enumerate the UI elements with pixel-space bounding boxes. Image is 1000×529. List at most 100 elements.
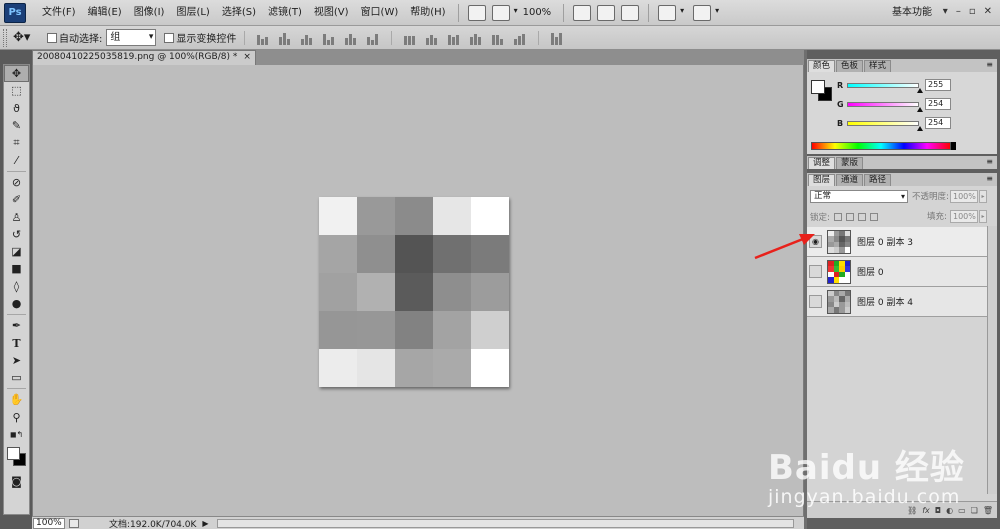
app-logo[interactable]: Ps (4, 2, 26, 23)
panel-menu-icon[interactable]: ≡ (986, 60, 993, 69)
channel-value-field[interactable]: 255 (925, 79, 951, 91)
align-bottom-icon[interactable] (297, 31, 315, 45)
new-layer-icon[interactable]: ❏ (971, 506, 978, 515)
menu-file[interactable]: 文件(F) (36, 0, 82, 26)
zoom-tool-icon[interactable]: ⚲ (4, 409, 29, 426)
lock-position-icon[interactable] (857, 213, 866, 221)
tab-swatches[interactable]: 色板 (836, 60, 864, 72)
layer-name[interactable]: 图层 0 副本 4 (857, 295, 913, 308)
distribute-bottom-icon[interactable] (444, 31, 462, 45)
fill-field[interactable]: 100% (950, 210, 978, 223)
add-mask-icon[interactable]: ◘ (935, 506, 941, 515)
tab-adjustments[interactable]: 调整 (808, 157, 836, 169)
menu-image[interactable]: 图像(I) (128, 0, 171, 26)
new-group-icon[interactable]: ▭ (958, 506, 966, 515)
move-tool-preset-icon[interactable]: ✥▾ (13, 29, 39, 47)
lock-pixels-icon[interactable] (845, 213, 854, 221)
auto-select-checkbox[interactable] (47, 32, 57, 43)
tab-masks[interactable]: 蒙版 (836, 157, 864, 169)
menu-select[interactable]: 选择(S) (216, 0, 262, 26)
eye-icon[interactable]: ◉ (809, 235, 822, 248)
tab-paths[interactable]: 路径 (864, 174, 892, 186)
workspace-dropdown-icon[interactable]: ▾ (943, 6, 948, 17)
layer-row[interactable]: 图层 0 副本 4 (807, 287, 987, 317)
crop-tool-icon[interactable]: ⌗ (4, 134, 29, 151)
slider-thumb[interactable] (916, 106, 923, 112)
zoom-level[interactable]: 100% (523, 7, 552, 18)
adjustment-layer-icon[interactable]: ◐ (946, 506, 953, 515)
eye-icon[interactable] (809, 295, 822, 308)
layer-row[interactable]: 图层 0 (807, 257, 987, 287)
tab-styles[interactable]: 样式 (864, 60, 892, 72)
distribute-top-icon[interactable] (400, 31, 418, 45)
menu-view[interactable]: 视图(V) (308, 0, 355, 26)
align-vcenter-icon[interactable] (275, 31, 293, 45)
shape-tool-icon[interactable]: ▭ (4, 369, 29, 386)
marquee-tool-icon[interactable]: ⬚ (4, 82, 29, 99)
tab-color[interactable]: 颜色 (808, 60, 836, 72)
color-panel-foreground[interactable] (811, 80, 825, 94)
lock-all-icon[interactable] (869, 213, 878, 221)
link-layers-icon[interactable]: ⛓ (907, 506, 917, 515)
close-icon[interactable]: × (243, 52, 251, 62)
opacity-field[interactable]: 100% (950, 190, 978, 203)
lock-transparency-icon[interactable] (833, 213, 842, 221)
canvas-area[interactable] (32, 65, 804, 516)
hand-tool-icon[interactable] (573, 4, 592, 21)
document-tab[interactable]: 20080410225035819.png @ 100%(RGB/8) * × (32, 50, 256, 65)
channel-slider[interactable] (847, 82, 923, 93)
close-button[interactable]: ✕ (984, 6, 992, 17)
gradient-tool-icon[interactable]: ■ (4, 260, 29, 277)
align-top-icon[interactable] (253, 31, 271, 45)
screen-mode-icon[interactable] (693, 4, 719, 21)
eye-icon[interactable] (809, 265, 822, 278)
arrange-documents-icon[interactable] (658, 4, 684, 21)
view-extras-icon[interactable] (491, 4, 518, 21)
zoom-tool-icon[interactable] (597, 4, 616, 21)
tab-channels[interactable]: 通道 (836, 174, 864, 186)
distribute-right-icon[interactable] (510, 31, 528, 45)
history-brush-tool-icon[interactable]: ↺ (4, 226, 29, 243)
panel-menu-icon[interactable]: ≡ (986, 174, 993, 183)
layer-row[interactable]: ◉ 图层 0 副本 3 (807, 227, 987, 257)
fill-stepper[interactable]: ▸ (979, 210, 987, 223)
quick-selection-tool-icon[interactable]: ✎ (4, 117, 29, 134)
swap-colors-icon[interactable]: ◼↰ (4, 426, 29, 443)
path-selection-tool-icon[interactable]: ➤ (4, 352, 29, 369)
layer-name[interactable]: 图层 0 副本 3 (857, 235, 913, 248)
spectrum-black-white[interactable] (951, 142, 956, 150)
type-tool-icon[interactable]: T (4, 334, 29, 351)
clone-stamp-tool-icon[interactable]: ♙ (4, 208, 29, 225)
layer-name[interactable]: 图层 0 (857, 265, 884, 278)
layer-style-icon[interactable]: fx (922, 506, 930, 515)
healing-brush-tool-icon[interactable]: ⊘ (4, 174, 29, 191)
tab-layers[interactable]: 图层 (808, 174, 836, 186)
hand-tool-icon[interactable]: ✋ (4, 391, 29, 408)
distribute-hcenter-icon[interactable] (488, 31, 506, 45)
blend-mode-dropdown[interactable]: 正常 (810, 190, 908, 203)
blur-tool-icon[interactable]: ◊ (4, 278, 29, 295)
minimize-button[interactable]: – (956, 6, 961, 17)
status-zoom-field[interactable]: 100% (33, 517, 65, 529)
delete-layer-icon[interactable]: 🗑 (983, 506, 993, 515)
auto-align-layers-icon[interactable] (547, 31, 565, 45)
channel-slider[interactable] (847, 101, 923, 112)
launch-bridge-icon[interactable] (467, 4, 486, 21)
slider-thumb[interactable] (917, 87, 923, 93)
brush-tool-icon[interactable]: ✐ (4, 191, 29, 208)
menu-help[interactable]: 帮助(H) (404, 0, 451, 26)
foreground-color-swatch[interactable] (7, 447, 20, 461)
layers-scrollbar[interactable] (987, 226, 997, 494)
workspace-switcher[interactable]: 基本功能 (892, 0, 932, 26)
show-transform-checkbox[interactable] (164, 32, 175, 43)
eraser-tool-icon[interactable]: ◪ (4, 243, 29, 260)
channel-value-field[interactable]: 254 (925, 117, 951, 129)
menu-window[interactable]: 窗口(W) (355, 0, 405, 26)
dodge-tool-icon[interactable]: ● (4, 295, 29, 312)
menu-edit[interactable]: 编辑(E) (82, 0, 128, 26)
distribute-left-icon[interactable] (466, 31, 484, 45)
align-left-icon[interactable] (319, 31, 337, 45)
rotate-view-icon[interactable] (621, 4, 640, 21)
horizontal-scrollbar[interactable] (216, 518, 794, 528)
slider-thumb[interactable] (916, 125, 923, 131)
